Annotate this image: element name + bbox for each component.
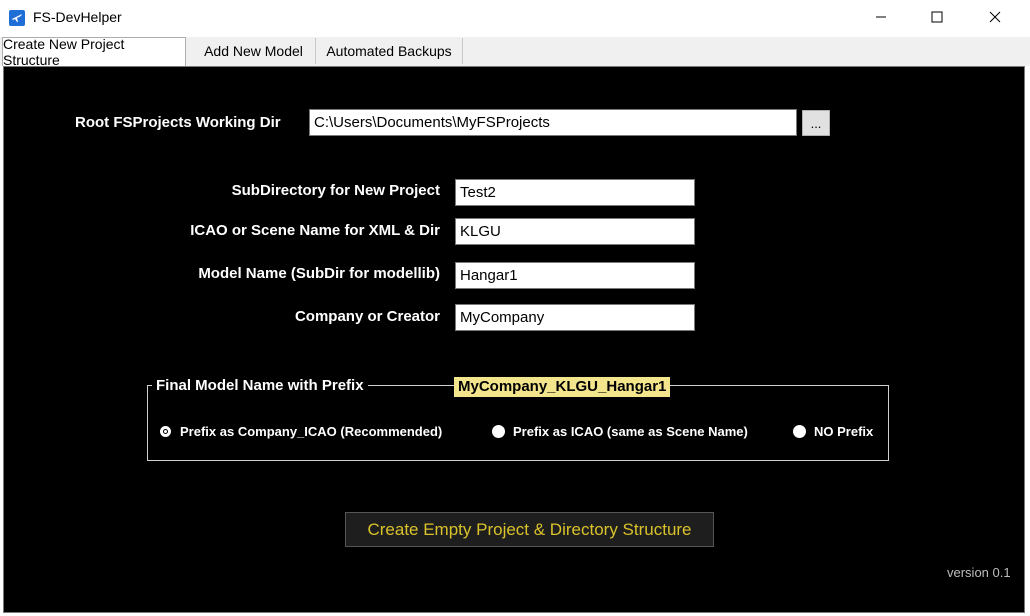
prefix-group: Final Model Name with Prefix MyCompany_K… [147,377,889,461]
radio-no-prefix[interactable]: NO Prefix [793,424,873,439]
icao-input[interactable]: KLGU [455,218,695,245]
prefix-group-legend: Final Model Name with Prefix [152,377,368,394]
tab-create-new-project[interactable]: Create New Project Structure [2,36,186,68]
version-label: version 0.1 [947,565,1011,580]
company-input[interactable]: MyCompany [455,304,695,331]
maximize-button[interactable] [914,0,960,37]
main-panel: Root FSProjects Working Dir C:\Users\Doc… [3,66,1025,613]
subdir-input[interactable]: Test2 [455,179,695,206]
root-dir-input[interactable]: C:\Users\Documents\MyFSProjects [309,109,797,136]
create-project-button[interactable]: Create Empty Project & Directory Structu… [345,512,714,547]
radio-unselected-icon [793,425,806,438]
root-dir-label: Root FSProjects Working Dir [75,114,281,131]
tab-automated-backups[interactable]: Automated Backups [316,38,463,64]
model-name-label: Model Name (SubDir for modellib) [198,265,440,282]
subdir-label: SubDirectory for New Project [231,182,440,199]
tab-add-new-model[interactable]: Add New Model [192,38,316,64]
radio-label: NO Prefix [814,424,874,439]
close-icon [989,10,1001,28]
icao-label: ICAO or Scene Name for XML & Dir [190,222,440,239]
airplane-icon [9,10,25,26]
window-title: FS-DevHelper [33,9,122,25]
close-button[interactable] [972,0,1018,37]
title-bar: FS-DevHelper [0,0,1030,37]
radio-prefix-company-icao[interactable]: Prefix as Company_ICAO (Recommended) [159,424,442,439]
radio-label: Prefix as ICAO (same as Scene Name) [513,424,748,439]
radio-unselected-icon [492,425,505,438]
radio-label: Prefix as Company_ICAO (Recommended) [180,424,443,439]
minimize-button[interactable] [858,0,904,37]
company-label: Company or Creator [294,308,440,325]
tab-strip: Create New Project Structure Add New Mod… [0,36,1030,68]
maximize-icon [931,10,943,28]
minimize-icon [875,10,887,28]
radio-prefix-icao[interactable]: Prefix as ICAO (same as Scene Name) [492,424,748,439]
model-name-input[interactable]: Hangar1 [455,262,695,289]
radio-selected-icon [159,425,172,438]
final-model-name: MyCompany_KLGU_Hangar1 [454,377,671,397]
browse-button[interactable]: ... [802,110,830,136]
